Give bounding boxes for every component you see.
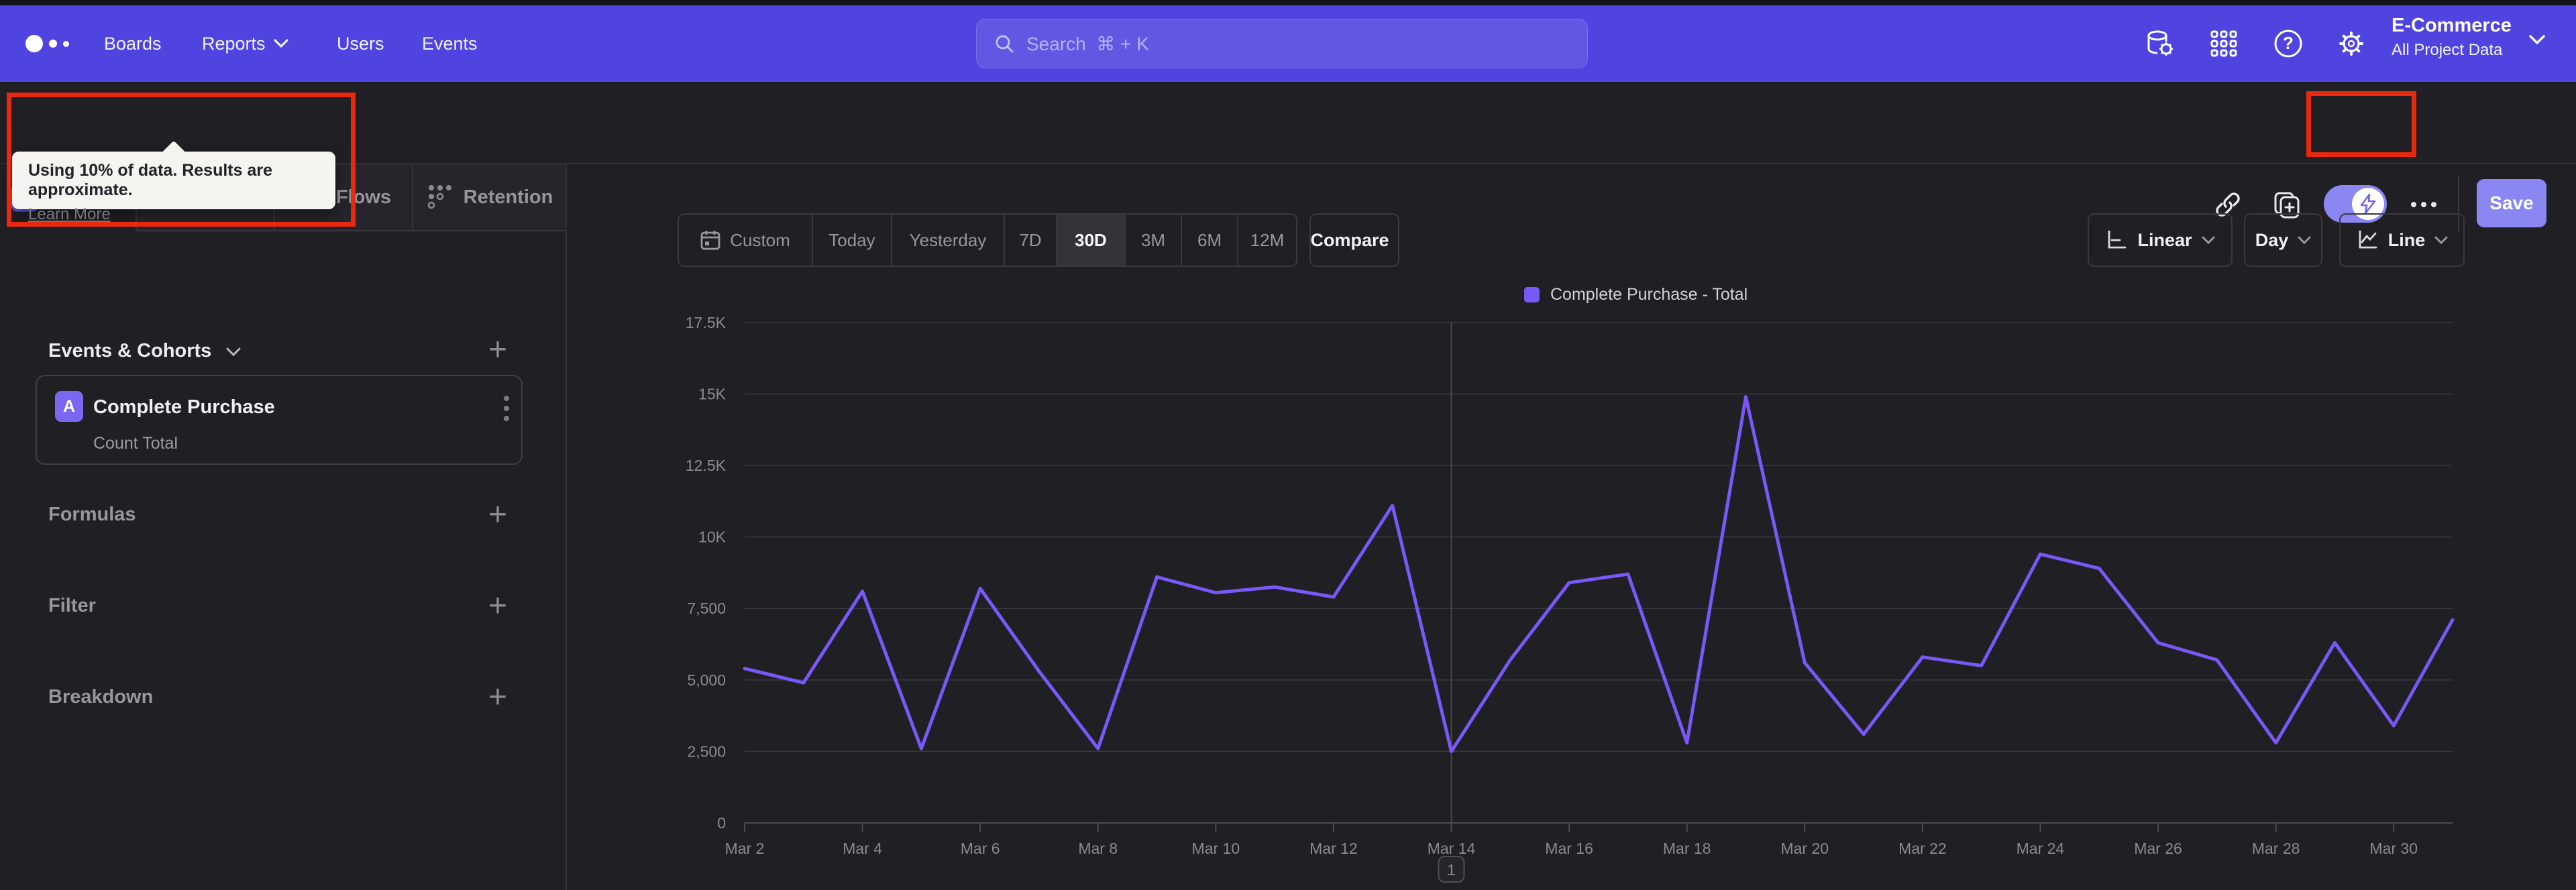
tab-label: Flows: [335, 186, 392, 208]
y-axis-label: 17.5K: [686, 314, 727, 331]
tooltip-text: Using 10% of data. Results are approxima…: [28, 161, 273, 199]
nav-label: Boards: [104, 33, 162, 54]
logo-dots-icon: [25, 35, 69, 52]
y-axis-label: 12.5K: [686, 457, 727, 474]
nav-label: Events: [422, 33, 478, 54]
line-chart: 0 2,500 5,000 7,500 10K 12.5K 15K 17.5K Mar 2 Mar…: [686, 314, 2455, 883]
search-placeholder: Search ⌘ + K: [1026, 33, 1149, 54]
x-axis-label: Mar 12: [1309, 840, 1358, 857]
x-axis-label: Mar 24: [2017, 840, 2065, 857]
y-axis-label: 10K: [698, 529, 727, 546]
search-input[interactable]: Search ⌘ + K: [976, 19, 1588, 68]
x-axis-label: Mar 20: [1780, 840, 1829, 857]
breakdown-header: Breakdown: [48, 686, 154, 708]
mixpanel-insights-report: Boards Reports Users Events Search ⌘ + K: [0, 0, 2576, 890]
top-nav: Boards Reports Users Events Search ⌘ + K: [0, 5, 2576, 82]
sampling-tooltip: Using 10% of data. Results are approxima…: [12, 152, 335, 223]
nav-label: Users: [337, 33, 384, 54]
tab-retention[interactable]: Retention: [412, 164, 566, 231]
x-axis-label: Mar 22: [1898, 840, 1947, 857]
x-axis-label: Mar 30: [2369, 840, 2418, 857]
data-management-icon[interactable]: [2141, 25, 2178, 62]
x-axis-label: Mar 16: [1545, 840, 1593, 857]
x-axis-label: Mar 14: [1428, 840, 1476, 857]
learn-more-link[interactable]: Learn More: [28, 205, 111, 224]
report-header: Untitled Sampled + Add description...: [0, 82, 2576, 232]
x-axis-label: Mar 28: [2252, 840, 2300, 857]
event-metric[interactable]: Count Total: [93, 434, 178, 453]
help-icon[interactable]: ?: [2270, 25, 2306, 62]
y-axis-label: 7,500: [687, 600, 726, 617]
chart-panel: Custom Today Yesterday 7D 30D 3M 6M 12M …: [567, 164, 2576, 890]
apps-grid-icon[interactable]: [2206, 25, 2242, 62]
retention-icon: [426, 182, 453, 212]
window-edge: [0, 0, 2576, 5]
chevron-down-icon: [274, 39, 288, 48]
x-axis-label: Mar 8: [1078, 840, 1118, 857]
chevron-down-icon: [226, 347, 241, 357]
nav-item-boards[interactable]: Boards: [104, 5, 162, 82]
event-card[interactable]: A Complete Purchase Count Total: [36, 375, 523, 465]
event-name: Complete Purchase: [93, 396, 275, 418]
svg-text:?: ?: [2283, 33, 2294, 53]
project-name: E-Commerce: [2392, 15, 2512, 36]
mixpanel-logo-icon[interactable]: [25, 5, 69, 82]
search-icon: [996, 35, 1014, 53]
chevron-down-icon: [2529, 35, 2545, 45]
project-scope: All Project Data: [2392, 41, 2503, 59]
tab-label: Retention: [463, 186, 553, 208]
y-axis-label: 15K: [698, 385, 727, 402]
y-axis-label: 2,500: [687, 742, 726, 760]
x-axis-label: Mar 10: [1192, 840, 1240, 857]
nav-label: Reports: [202, 33, 266, 54]
query-panel: Insights Funnels: [0, 164, 567, 890]
settings-gear-icon[interactable]: [2333, 25, 2369, 62]
nav-item-events[interactable]: Events: [422, 5, 478, 82]
add-filter-button[interactable]: +: [479, 587, 517, 624]
x-axis-label: Mar 6: [961, 840, 1000, 857]
nav-item-reports[interactable]: Reports: [202, 5, 288, 82]
annotation-marker-label: 1: [1447, 861, 1456, 879]
add-event-button[interactable]: +: [479, 331, 517, 368]
event-kebab-icon[interactable]: [494, 395, 519, 422]
project-selector[interactable]: E-Commerce All Project Data: [2392, 15, 2545, 72]
add-formula-button[interactable]: +: [479, 496, 517, 533]
formulas-header: Formulas: [48, 504, 136, 525]
nav-item-users[interactable]: Users: [337, 5, 384, 82]
series-line[interactable]: [743, 395, 2455, 753]
x-axis-label: Mar 2: [725, 840, 765, 857]
x-axis-label: Mar 26: [2134, 840, 2182, 857]
y-axis-label: 5,000: [687, 671, 726, 689]
x-axis-label: Mar 18: [1663, 840, 1711, 857]
y-axis-label: 0: [717, 814, 726, 832]
add-breakdown-button[interactable]: +: [479, 678, 517, 716]
x-axis-label: Mar 4: [843, 840, 882, 857]
events-cohorts-header[interactable]: Events & Cohorts: [48, 340, 241, 362]
filter-header: Filter: [48, 595, 96, 616]
event-letter-badge: A: [55, 391, 83, 422]
